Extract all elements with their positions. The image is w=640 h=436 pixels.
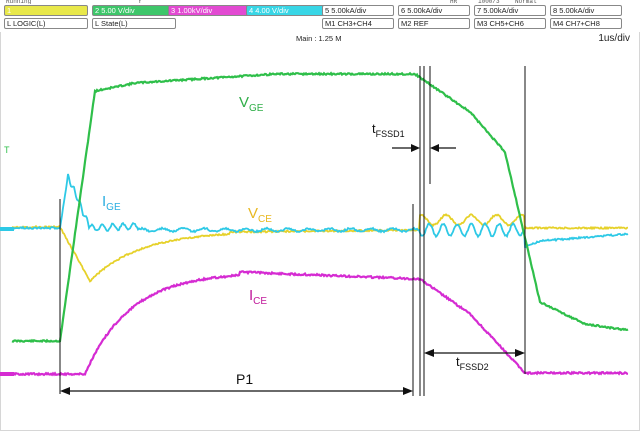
p1-arrow-head-left (60, 387, 70, 395)
status-hr: HR (450, 0, 458, 4)
waveform-plot: T VGE IGE VCE ICE tFSSD1 tFSSD2 P1 (0, 44, 640, 431)
tfssd1-arrow-right-head (430, 144, 439, 152)
time-per-div: 1us/div (598, 33, 630, 44)
vce-label: VCE (248, 205, 272, 225)
ice-ground-marker (0, 372, 14, 376)
ige-label: IGE (102, 193, 121, 213)
scope-header: Running Y HR 1000/3 Normal 1 2 5.00 V/di… (0, 0, 640, 32)
status-normal: Normal (515, 0, 537, 4)
math-setting-0[interactable]: L LOGIC(L) (4, 18, 88, 29)
tfssd1-label: tFSSD1 (372, 121, 405, 139)
channel-6-setting[interactable]: 6 5.00kA/div (398, 5, 470, 16)
math-setting-2[interactable]: M1 CH3+CH4 (322, 18, 394, 29)
tfssd2-arrow-head-left (424, 349, 434, 357)
math-setting-1[interactable]: L State(L) (92, 18, 176, 29)
p1-arrow-head-right (403, 387, 413, 395)
vce-trace (11, 213, 629, 283)
status-y: Y (138, 0, 142, 4)
status-running: Running (6, 0, 32, 4)
trigger-marker-vge: T (4, 145, 10, 155)
channel-7-setting[interactable]: 7 5.00kA/div (474, 5, 546, 16)
tfssd2-arrow-head-right (515, 349, 525, 357)
tfssd1-arrow-left-head (411, 144, 420, 152)
ige-ground-marker (0, 227, 14, 231)
ige-trace (11, 173, 629, 249)
math-setting-5[interactable]: M4 CH7+CH8 (550, 18, 622, 29)
ice-label: ICE (249, 287, 267, 307)
main-record-length: Main : 1.25 M (296, 34, 342, 43)
status-rate: 1000/3 (478, 0, 500, 4)
channel-2-setting[interactable]: 2 5.00 V/div (92, 5, 176, 16)
tfssd2-label: tFSSD2 (456, 354, 489, 372)
channel-4-setting[interactable]: 4 4.00 V/div (246, 5, 330, 16)
math-setting-4[interactable]: M3 CH5+CH6 (474, 18, 546, 29)
channel-3-setting[interactable]: 3 1.00kV/div (168, 5, 252, 16)
vge-label: VGE (239, 94, 264, 114)
p1-label: P1 (236, 371, 253, 387)
channel-5-setting[interactable]: 5 5.00kA/div (322, 5, 394, 16)
math-setting-3[interactable]: M2 REF (398, 18, 470, 29)
channel-1-setting[interactable]: 1 (4, 5, 88, 16)
channel-8-setting[interactable]: 8 5.00kA/div (550, 5, 622, 16)
waveform-svg: T VGE IGE VCE ICE tFSSD1 tFSSD2 P1 (0, 66, 629, 396)
